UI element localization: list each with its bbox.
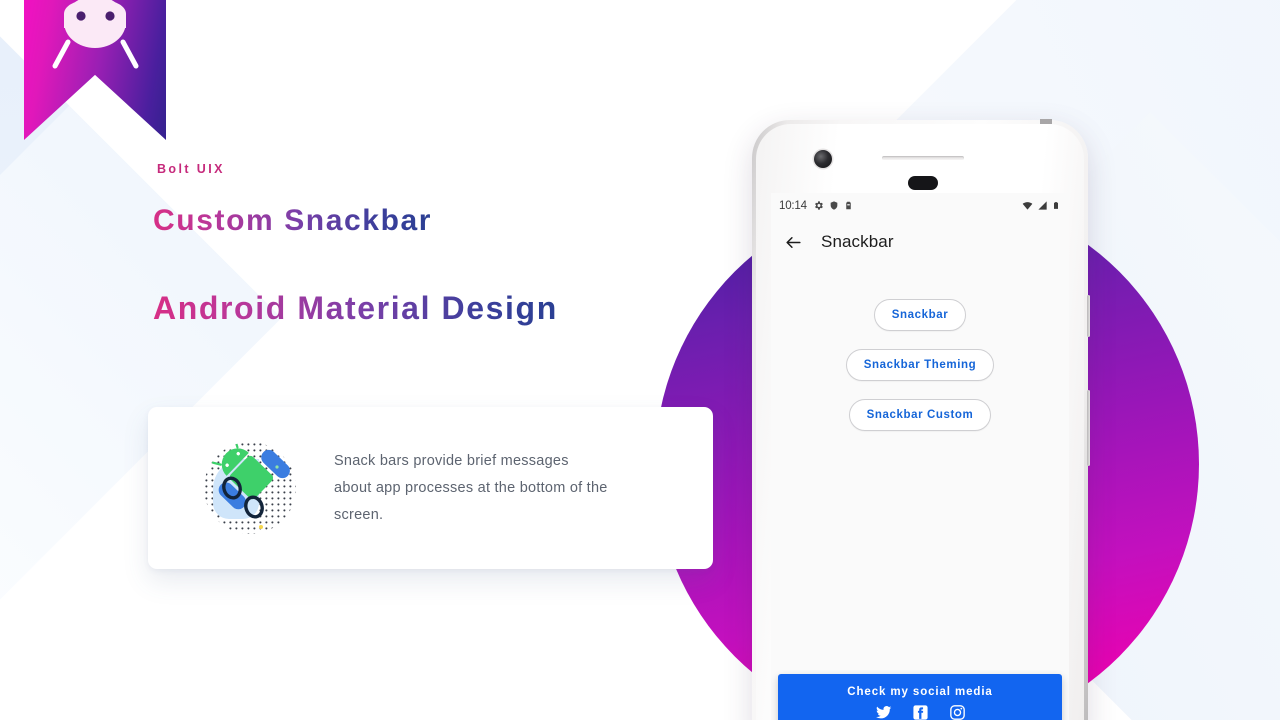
battery-icon: [1054, 202, 1058, 209]
volume-button[interactable]: [1087, 390, 1090, 466]
earpiece-speaker: [882, 156, 964, 160]
antenna-band: [1040, 119, 1052, 124]
app-bar-title: Snackbar: [821, 232, 894, 251]
battery-saver-icon: [846, 201, 851, 210]
card-description: Snack bars provide brief messages about …: [334, 452, 608, 523]
back-arrow-icon[interactable]: [784, 233, 803, 252]
instagram-icon[interactable]: [949, 704, 966, 720]
brand-label: Bolt UIX: [157, 162, 225, 176]
feature-card: Snack bars provide brief messages about …: [148, 407, 713, 569]
status-bar-right-icons: [1021, 200, 1060, 211]
snackbar-custom-button[interactable]: Snackbar Custom: [848, 399, 992, 431]
card-illustration: [199, 437, 301, 539]
snackbar-button[interactable]: Snackbar: [873, 299, 967, 331]
snackbar-theming-button[interactable]: Snackbar Theming: [845, 349, 995, 381]
signal-icon: [1038, 201, 1047, 210]
twitter-icon[interactable]: [875, 704, 892, 720]
headline-secondary: Android Material Design: [153, 290, 558, 326]
sensor-pill: [908, 176, 938, 190]
status-bar-left-icons: [813, 200, 853, 211]
front-camera-icon: [814, 150, 832, 168]
snackbar-message: Check my social media: [847, 685, 993, 698]
shield-icon: [830, 201, 838, 210]
screen-content: Snackbar Snackbar Theming Snackbar Custo…: [771, 266, 1069, 720]
app-bar: Snackbar: [771, 218, 1069, 266]
wifi-icon: [1022, 202, 1033, 210]
promo-screenshot: Bolt UIX Custom Snackbar Android Materia…: [0, 0, 1280, 720]
custom-snackbar: Check my social media: [778, 674, 1062, 720]
phone-screen: 10:14 Snackbar Snackbar Snackbar Theming…: [771, 193, 1069, 720]
phone-mockup: 10:14 Snackbar Snackbar Snackbar Theming…: [752, 119, 1090, 720]
status-bar: 10:14: [771, 193, 1069, 218]
android-capsule-illustration-icon: [204, 442, 296, 534]
facebook-icon[interactable]: [912, 704, 929, 720]
status-bar-time: 10:14: [779, 199, 807, 212]
headline-primary: Custom Snackbar: [153, 204, 433, 237]
gear-icon: [814, 201, 823, 210]
snackbar-actions: [875, 704, 966, 720]
power-button[interactable]: [1087, 295, 1090, 337]
